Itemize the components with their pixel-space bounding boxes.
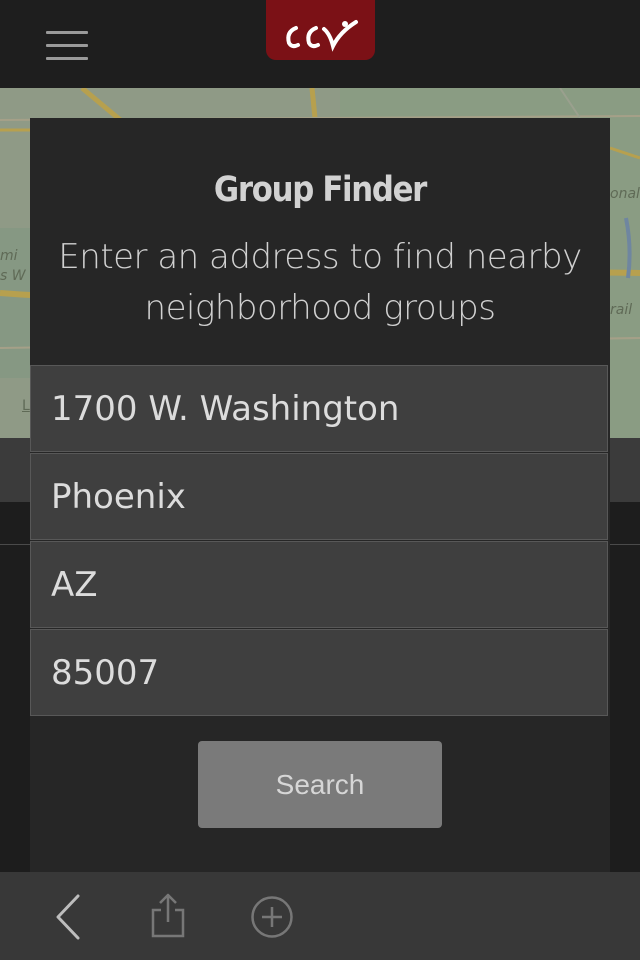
map-label: s W <box>0 268 26 284</box>
map-label: onal <box>610 186 640 202</box>
state-field[interactable] <box>30 541 608 628</box>
share-icon[interactable] <box>148 892 188 940</box>
map-label: rail <box>610 302 633 318</box>
map-legal-link[interactable]: L <box>22 398 30 414</box>
back-chevron-icon[interactable] <box>50 892 90 942</box>
search-button[interactable]: Search <box>198 741 442 828</box>
city-field[interactable] <box>30 453 608 540</box>
add-circle-icon[interactable] <box>250 895 294 939</box>
page-title: Group Finder <box>213 170 427 210</box>
street-address-field[interactable] <box>30 365 608 452</box>
top-navigation-bar <box>0 0 640 88</box>
hamburger-menu-icon[interactable] <box>46 29 90 60</box>
map-label: mi <box>0 248 18 264</box>
modal-subtitle: Enter an address to find nearby neighbor… <box>58 237 582 328</box>
zip-code-field[interactable] <box>30 629 608 716</box>
church-logo-icon[interactable] <box>266 0 375 60</box>
bottom-toolbar <box>0 872 640 960</box>
